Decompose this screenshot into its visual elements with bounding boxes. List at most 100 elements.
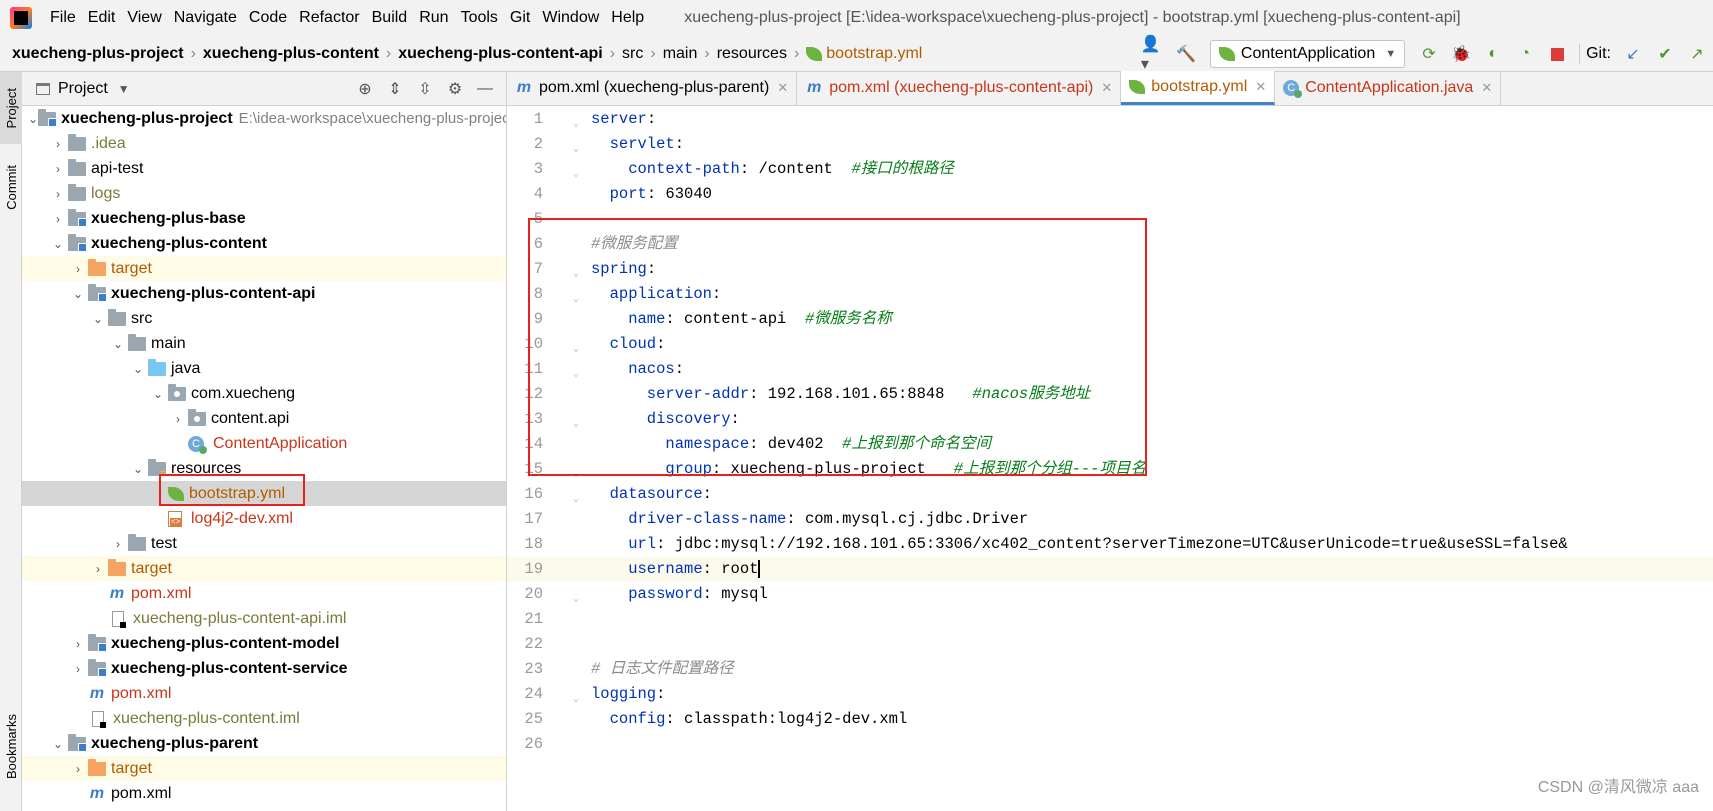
chevron-right-icon[interactable]: › [68,262,88,276]
fold-marker-icon[interactable]: ⌄ [573,162,583,180]
chevron-down-icon[interactable]: ⌄ [48,237,68,251]
chevron-right-icon[interactable]: › [48,212,68,226]
menu-help[interactable]: Help [605,0,650,36]
tree-item-content-module[interactable]: ⌄ xuecheng-plus-content [22,231,506,256]
menu-code[interactable]: Code [243,0,293,36]
menu-navigate[interactable]: Navigate [168,0,243,36]
code-line[interactable]: 13 ⌄ discovery: [507,407,1713,432]
stop-icon[interactable] [1544,41,1570,67]
close-icon[interactable]: ✕ [1101,80,1112,96]
menu-build[interactable]: Build [366,0,414,36]
code-line[interactable]: 19 username: root [507,557,1713,582]
code-line[interactable]: 7 ⌄ spring: [507,257,1713,282]
menu-tools[interactable]: Tools [455,0,504,36]
code-line[interactable]: 23 # 日志文件配置路径 [507,657,1713,682]
menu-edit[interactable]: Edit [82,0,122,36]
fold-marker-icon[interactable]: ⌄ [573,362,583,380]
code-line[interactable]: 21 [507,607,1713,632]
tree-item-idea[interactable]: › .idea [22,131,506,156]
chevron-right-icon[interactable]: › [48,187,68,201]
fold-marker-icon[interactable]: ⌄ [573,112,583,130]
code-line[interactable]: 4 port: 63040 [507,182,1713,207]
git-commit-icon[interactable]: ✔ [1652,41,1678,67]
fold-marker-icon[interactable]: ⌄ [573,412,583,430]
tree-item-target[interactable]: › target [22,256,506,281]
chevron-down-icon[interactable]: ⌄ [128,362,148,376]
menu-file[interactable]: File [44,0,82,36]
breadcrumb-src[interactable]: src [622,45,643,63]
breadcrumb-submodule[interactable]: xuecheng-plus-content-api [398,45,602,63]
close-icon[interactable]: ✕ [777,80,788,96]
menu-refactor[interactable]: Refactor [293,0,365,36]
tab-pom-content-api[interactable]: m pom.xml (xuecheng-plus-content-api) ✕ [797,71,1122,105]
breadcrumb-project[interactable]: xuecheng-plus-project [12,45,184,63]
chevron-down-icon[interactable]: ⌄ [48,737,68,751]
code-line[interactable]: 20 ⌄ password: mysql [507,582,1713,607]
tree-item-base-module[interactable]: › xuecheng-plus-base [22,206,506,231]
code-line[interactable]: 17 driver-class-name: com.mysql.cj.jdbc.… [507,507,1713,532]
chevron-right-icon[interactable]: › [168,412,188,426]
tree-item-pom-xml[interactable]: m pom.xml [22,581,506,606]
tree-item-main[interactable]: ⌄ main [22,331,506,356]
code-line[interactable]: 10 ⌄ cloud: [507,332,1713,357]
collapse-all-icon[interactable]: ⇳ [410,79,440,99]
locate-file-icon[interactable]: ⊕ [350,79,380,99]
tree-item-pom-xml[interactable]: m pom.xml [22,781,506,806]
tree-item-java[interactable]: ⌄ java [22,356,506,381]
tool-tab-commit[interactable]: Commit [0,152,22,222]
tree-item-content-api-module[interactable]: ⌄ xuecheng-plus-content-api [22,281,506,306]
fold-marker-icon[interactable]: ⌄ [573,687,583,705]
tab-content-application[interactable]: C ContentApplication.java ✕ [1275,71,1502,105]
gear-icon[interactable]: ⚙ [440,79,470,99]
fold-marker-icon[interactable]: ⌄ [573,287,583,305]
chevron-down-icon[interactable]: ⌄ [28,112,38,126]
tree-item-iml[interactable]: xuecheng-plus-content.iml [22,706,506,731]
code-line[interactable]: 2 ⌄ servlet: [507,132,1713,157]
breadcrumb-main[interactable]: main [663,45,698,63]
code-line[interactable]: 14 namespace: dev402 #上报到那个命名空间 [507,432,1713,457]
expand-all-icon[interactable]: ⇕ [380,79,410,99]
fold-marker-icon[interactable]: ⌄ [573,337,583,355]
tree-item-package-com-xuecheng[interactable]: ⌄ com.xuecheng [22,381,506,406]
chevron-right-icon[interactable]: › [68,637,88,651]
code-line[interactable]: 26 [507,732,1713,757]
tree-item-content-application[interactable]: › C ContentApplication [22,431,506,456]
code-editor[interactable]: 1 ⌄ server: 2 ⌄ servlet: 3 ⌄ context-path: /co… [507,106,1713,811]
chevron-right-icon[interactable]: › [48,137,68,151]
close-icon[interactable]: ✕ [1255,79,1266,95]
menu-git[interactable]: Git [504,0,536,36]
menu-run[interactable]: Run [413,0,454,36]
code-line[interactable]: 9 name: content-api #微服务名称 [507,307,1713,332]
run-configuration-select[interactable]: ContentApplication ▼ [1209,40,1406,68]
code-line[interactable]: 3 ⌄ context-path: /content #接口的根路径 [507,157,1713,182]
breadcrumb-resources[interactable]: resources [717,45,787,63]
user-icon[interactable]: 👤▾ [1141,36,1167,73]
coverage-icon[interactable]: ◐ [1480,41,1506,67]
tree-item-api-test[interactable]: › api-test [22,156,506,181]
tab-bootstrap-yml[interactable]: bootstrap.yml ✕ [1121,71,1276,105]
git-update-icon[interactable]: ↙ [1620,41,1646,67]
tree-item-bootstrap-yml[interactable]: bootstrap.yml [22,481,506,506]
project-panel-title[interactable]: Project [58,80,108,98]
breadcrumb-file[interactable]: bootstrap.yml [826,45,922,63]
git-push-icon[interactable]: ↗ [1684,41,1710,67]
code-line[interactable]: 22 [507,632,1713,657]
fold-marker-icon[interactable]: ⌄ [573,587,583,605]
chevron-right-icon[interactable]: › [108,537,128,551]
code-line[interactable]: 1 ⌄ server: [507,107,1713,132]
chevron-down-icon[interactable]: ⌄ [128,462,148,476]
fold-marker-icon[interactable]: ⌄ [573,137,583,155]
fold-marker-icon[interactable]: ⌄ [573,487,583,505]
code-line[interactable]: 11 ⌄ nacos: [507,357,1713,382]
code-line[interactable]: 8 ⌄ application: [507,282,1713,307]
code-line[interactable]: 18 url: jdbc:mysql://192.168.101.65:3306… [507,532,1713,557]
code-line[interactable]: 5 [507,207,1713,232]
tree-item-logs[interactable]: › logs [22,181,506,206]
tree-item-test[interactable]: › test [22,531,506,556]
close-icon[interactable]: ✕ [1481,80,1492,96]
chevron-right-icon[interactable]: › [48,162,68,176]
code-line[interactable]: 16 ⌄ datasource: [507,482,1713,507]
fold-marker-icon[interactable]: ⌄ [573,262,583,280]
chevron-down-icon[interactable]: ⌄ [68,287,88,301]
tree-item-log4j2-dev-xml[interactable]: log4j2-dev.xml [22,506,506,531]
